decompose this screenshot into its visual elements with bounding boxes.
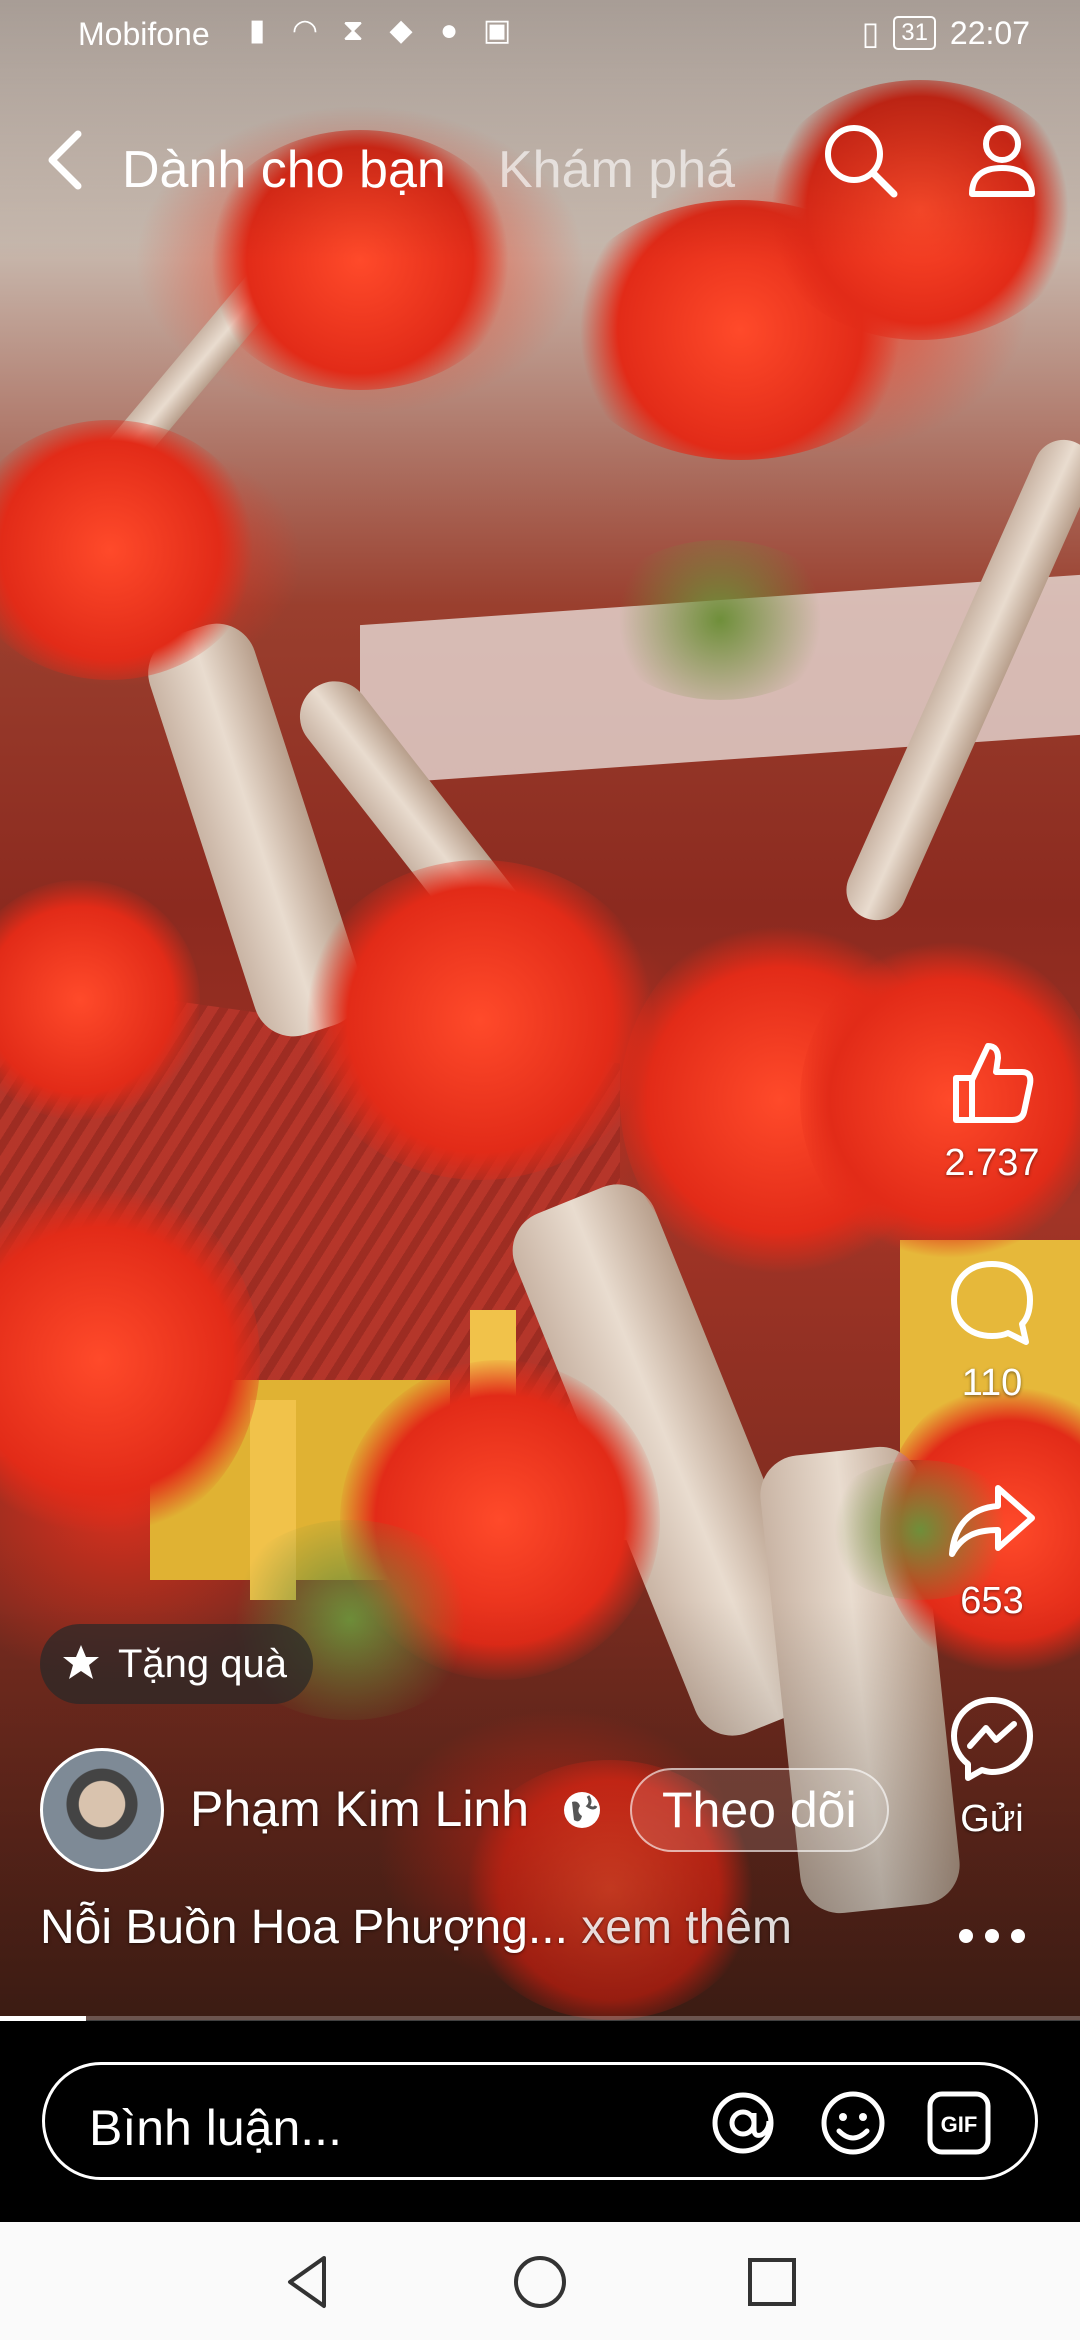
globe-icon (564, 1792, 600, 1828)
post-caption[interactable]: Nỗi Buồn Hoa Phượng... xem thêm (40, 1900, 792, 1955)
nav-back-icon[interactable] (278, 2252, 338, 2312)
foliage (600, 540, 840, 700)
tab-for-you[interactable]: Dành cho bạn (122, 140, 446, 200)
carrier-name: Mobifone (78, 16, 210, 52)
avatar[interactable] (40, 1748, 164, 1872)
status-bar: Mobifone ▮ ◠ ⧗ ◆ ● ▣ ▯ 31 22:07 (0, 0, 1080, 72)
nav-recents-icon[interactable] (742, 2252, 802, 2312)
bell-icon: ◆ (389, 14, 413, 47)
messenger-icon[interactable] (946, 1692, 1038, 1784)
back-icon[interactable] (36, 120, 96, 200)
send-label: Gửi (960, 1798, 1024, 1840)
gift-icon (63, 1645, 99, 1679)
comment-count: 110 (961, 1362, 1023, 1404)
like-count: 2.737 (944, 1142, 1040, 1184)
author-name[interactable]: Phạm Kim Linh (190, 1780, 529, 1838)
status-right: ▯ 31 22:07 (862, 14, 1030, 52)
more-icon[interactable] (956, 1924, 1028, 1948)
system-nav-bar (0, 2222, 1080, 2340)
gift-label: Tặng quà (118, 1641, 288, 1686)
comment-placeholder: Bình luận... (89, 2100, 342, 2156)
chat-icon: ● (439, 14, 459, 47)
tab-explore[interactable]: Khám phá (498, 140, 735, 200)
gift-button[interactable]: Tặng quà (40, 1624, 314, 1704)
gif-icon[interactable]: GIF (925, 2089, 993, 2157)
hourglass-icon: ⧗ (342, 14, 364, 47)
profile-icon[interactable] (960, 118, 1044, 202)
see-more-link[interactable]: xem thêm (581, 1901, 792, 1954)
share-icon[interactable] (946, 1474, 1038, 1566)
signal-icon: ▮ (248, 14, 266, 47)
video-frame[interactable] (0, 0, 1080, 2020)
status-icons: ▮ ◠ ⧗ ◆ ● ▣ (240, 14, 514, 48)
follow-button[interactable]: Theo dõi (630, 1768, 889, 1852)
share-count: 653 (960, 1580, 1024, 1622)
follow-label: Theo dõi (662, 1782, 857, 1838)
comment-icon[interactable] (946, 1256, 1038, 1348)
like-icon[interactable] (946, 1036, 1038, 1128)
clock: 22:07 (949, 14, 1030, 51)
search-icon[interactable] (818, 118, 902, 202)
mention-icon[interactable] (709, 2089, 777, 2157)
flower-cluster (300, 860, 660, 1180)
vibrate-icon: ▯ (861, 15, 880, 51)
wifi-icon: ◠ (291, 14, 319, 47)
comment-input[interactable]: Bình luận... GIF (42, 2062, 1038, 2180)
video-progress-fill (0, 2016, 87, 2021)
nav-home-icon[interactable] (510, 2252, 570, 2312)
emoji-icon[interactable] (819, 2089, 887, 2157)
video-progress-bar[interactable] (0, 2016, 1080, 2021)
comment-bar: Bình luận... GIF (0, 2022, 1080, 2222)
caption-text: Nỗi Buồn Hoa Phượng... (40, 1901, 568, 1954)
svg-text:GIF: GIF (941, 2112, 978, 2137)
share-action[interactable]: 653 (920, 1474, 1064, 1623)
battery-icon: 31 (893, 16, 936, 50)
like-action[interactable]: 2.737 (920, 1036, 1064, 1185)
app-icon: ▣ (482, 14, 512, 47)
comment-action[interactable]: 110 (920, 1256, 1064, 1405)
send-action[interactable]: Gửi (920, 1692, 1064, 1841)
